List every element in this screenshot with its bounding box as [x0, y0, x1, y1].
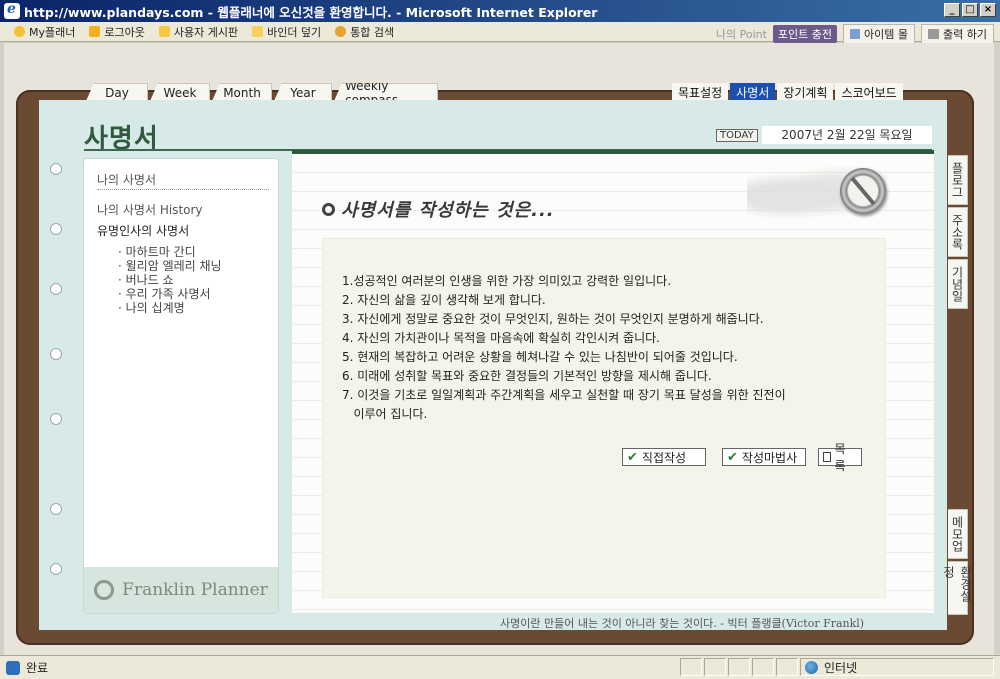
window-title-bar: http://www.plandays.com - 웹플래너에 오신것을 환영합…	[0, 0, 1000, 22]
sidebar-sub-family[interactable]: · 우리 가족 사명서	[118, 287, 211, 301]
sidebar-sub-shaw[interactable]: · 버나드 쇼	[118, 273, 174, 287]
print-button[interactable]: 출력 하기	[921, 24, 994, 44]
sidebar-divider	[97, 189, 269, 190]
list-button[interactable]: 목록	[818, 442, 862, 473]
tab-mission[interactable]: 사명서	[730, 83, 776, 101]
franklin-planner-logo: Franklin Planner	[84, 567, 278, 613]
page-area: Day Week Month Year Weekly compass 목표설정 …	[0, 43, 1000, 655]
sidebar-item-my-mission[interactable]: 나의 사명서	[97, 171, 156, 188]
logout-icon	[89, 26, 101, 37]
status-bar: 완료 인터넷	[0, 655, 1000, 679]
binder-ring	[50, 163, 62, 175]
section-tabs: 목표설정 사명서 장기계획 스코어보드	[672, 83, 903, 101]
mission-content: 사명서를 작성하는 것은... 1.성공적인 여러분의 인생을 위한 가장 의미…	[292, 150, 934, 630]
current-date: 2007년 2월 22일 목요일	[762, 126, 932, 144]
point-label: 나의 Point	[715, 28, 767, 41]
time-tabs: Day Week Month Year Weekly compass	[86, 83, 438, 101]
tab-memo[interactable]: 메모업	[948, 509, 968, 559]
binder-ring	[50, 413, 62, 425]
status-cell	[752, 658, 774, 676]
check-icon: ✔	[727, 449, 738, 465]
window-title: http://www.plandays.com - 웹플래너에 오신것을 환영합…	[24, 4, 598, 20]
compass-icon	[840, 168, 886, 214]
smile-icon	[14, 26, 25, 37]
binder-ring	[50, 283, 62, 295]
minimize-button[interactable]: _	[944, 3, 960, 17]
ie-icon	[4, 1, 20, 19]
search-icon	[335, 26, 347, 37]
binder-ring	[50, 563, 62, 575]
binder-ring	[50, 223, 62, 235]
top-toolbar: My플래너 로그아웃 사용자 게시판 바인더 덮기 통합 검색 나의 Point…	[0, 22, 1000, 44]
sidebar-sub-channing[interactable]: · 윌리암 엘레리 채닝	[118, 259, 222, 273]
tab-anniversary[interactable]: 기념일	[948, 259, 968, 309]
list-item: 이루어 집니다.	[342, 407, 428, 421]
point-charge-button[interactable]: 포인트 충전	[772, 25, 838, 43]
list-item: 2. 자신의 삶을 깊이 생각해 보게 합니다.	[342, 293, 546, 307]
binder-ring	[50, 348, 62, 360]
list-item: 7. 이것을 기초로 일일계획과 주간계획을 세우고 실천할 때 장기 목표 달…	[342, 388, 786, 402]
status-cell	[704, 658, 726, 676]
mall-icon	[850, 29, 861, 39]
tab-year[interactable]: Year	[274, 83, 332, 101]
today-button[interactable]: TODAY	[716, 129, 758, 142]
sidebar-sub-gandhi[interactable]: · 마하트마 간디	[118, 245, 196, 259]
quote-text: 사명이란 만들어 내는 것이 아니라 찾는 것이다. - 빅터 플랭클(Vict…	[500, 617, 865, 630]
mission-benefits-list: 1.성공적인 여러분의 인생을 위한 가장 의미있고 강력한 일입니다. 2. …	[342, 272, 786, 424]
brand-name: Franklin Planner	[122, 580, 268, 600]
toolbar-search[interactable]: 통합 검색	[335, 24, 394, 40]
window-controls: _ □ ×	[944, 3, 996, 17]
status-text: 완료	[26, 661, 49, 675]
tab-address-book[interactable]: 주소록	[948, 207, 968, 257]
list-item: 3. 자신에게 정말로 중요한 것이 무엇인지, 원하는 것이 무엇인지 분명하…	[342, 312, 764, 326]
tab-week[interactable]: Week	[150, 83, 210, 101]
tab-goal-setting[interactable]: 목표설정	[672, 83, 729, 101]
tab-blog[interactable]: 플로그	[948, 155, 968, 205]
printer-icon	[928, 29, 940, 39]
status-cell	[680, 658, 702, 676]
page-icon	[6, 660, 20, 675]
tab-day[interactable]: Day	[86, 83, 148, 101]
security-zone: 인터넷	[800, 658, 994, 676]
heading-bullet-icon	[322, 202, 335, 216]
toolbar-user-board[interactable]: 사용자 게시판	[158, 24, 238, 40]
board-icon	[158, 26, 170, 37]
list-item: 6. 미래에 성취할 목표와 중요한 결정들의 기본적인 방향을 제시해 줍니다…	[342, 369, 712, 383]
binder-ring	[50, 503, 62, 515]
list-item: 1.성공적인 여러분의 인생을 위한 가장 의미있고 강력한 일입니다.	[342, 274, 672, 288]
tab-settings[interactable]: 환경설정	[942, 561, 973, 615]
toolbar-close-binder[interactable]: 바인더 덮기	[252, 24, 321, 40]
close-button[interactable]: ×	[980, 3, 996, 17]
tab-scoreboard[interactable]: 스코어보드	[835, 83, 903, 101]
tab-long-term-plan[interactable]: 장기계획	[777, 83, 834, 101]
status-cells	[680, 658, 798, 676]
maximize-button[interactable]: □	[962, 3, 978, 17]
status-left: 완료	[6, 659, 48, 676]
sidebar-sub-commandments[interactable]: · 나의 십계명	[118, 301, 185, 315]
binder-icon	[252, 26, 264, 37]
write-direct-button[interactable]: ✔ 직접작성	[622, 448, 706, 466]
toolbar-logout[interactable]: 로그아웃	[89, 24, 145, 40]
tab-weekly-compass[interactable]: Weekly compass	[334, 83, 438, 101]
check-icon: ✔	[627, 449, 638, 465]
status-cell	[728, 658, 750, 676]
action-buttons: ✔ 직접작성 ✔ 작성마법사 목록	[622, 442, 862, 473]
write-wizard-button[interactable]: ✔ 작성마법사	[722, 448, 806, 466]
content-heading: 사명서를 작성하는 것은...	[322, 196, 555, 222]
item-mall-button[interactable]: 아이템 몰	[843, 24, 916, 44]
toolbar-right: 나의 Point 포인트 충전 아이템 몰 출력 하기	[716, 24, 994, 44]
franklin-logo-icon	[94, 580, 115, 600]
globe-icon	[805, 660, 818, 674]
status-cell	[776, 658, 798, 676]
mission-sidebar: 나의 사명서 나의 사명서 History 유명인사의 사명서 · 마하트마 간…	[83, 158, 279, 614]
document-icon	[823, 452, 831, 462]
list-item: 5. 현재의 복잡하고 어려운 상황을 헤쳐나갈 수 있는 나침반이 되어줄 것…	[342, 350, 738, 364]
tab-month[interactable]: Month	[212, 83, 272, 101]
sidebar-item-famous[interactable]: 유명인사의 사명서	[97, 222, 189, 239]
toolbar-my-planner[interactable]: My플래너	[14, 24, 75, 40]
sidebar-item-history[interactable]: 나의 사명서 History	[97, 201, 203, 218]
list-item: 4. 자신의 가치관이나 목적을 마음속에 확실히 각인시켜 줍니다.	[342, 331, 660, 345]
zone-text: 인터넷	[824, 660, 858, 675]
